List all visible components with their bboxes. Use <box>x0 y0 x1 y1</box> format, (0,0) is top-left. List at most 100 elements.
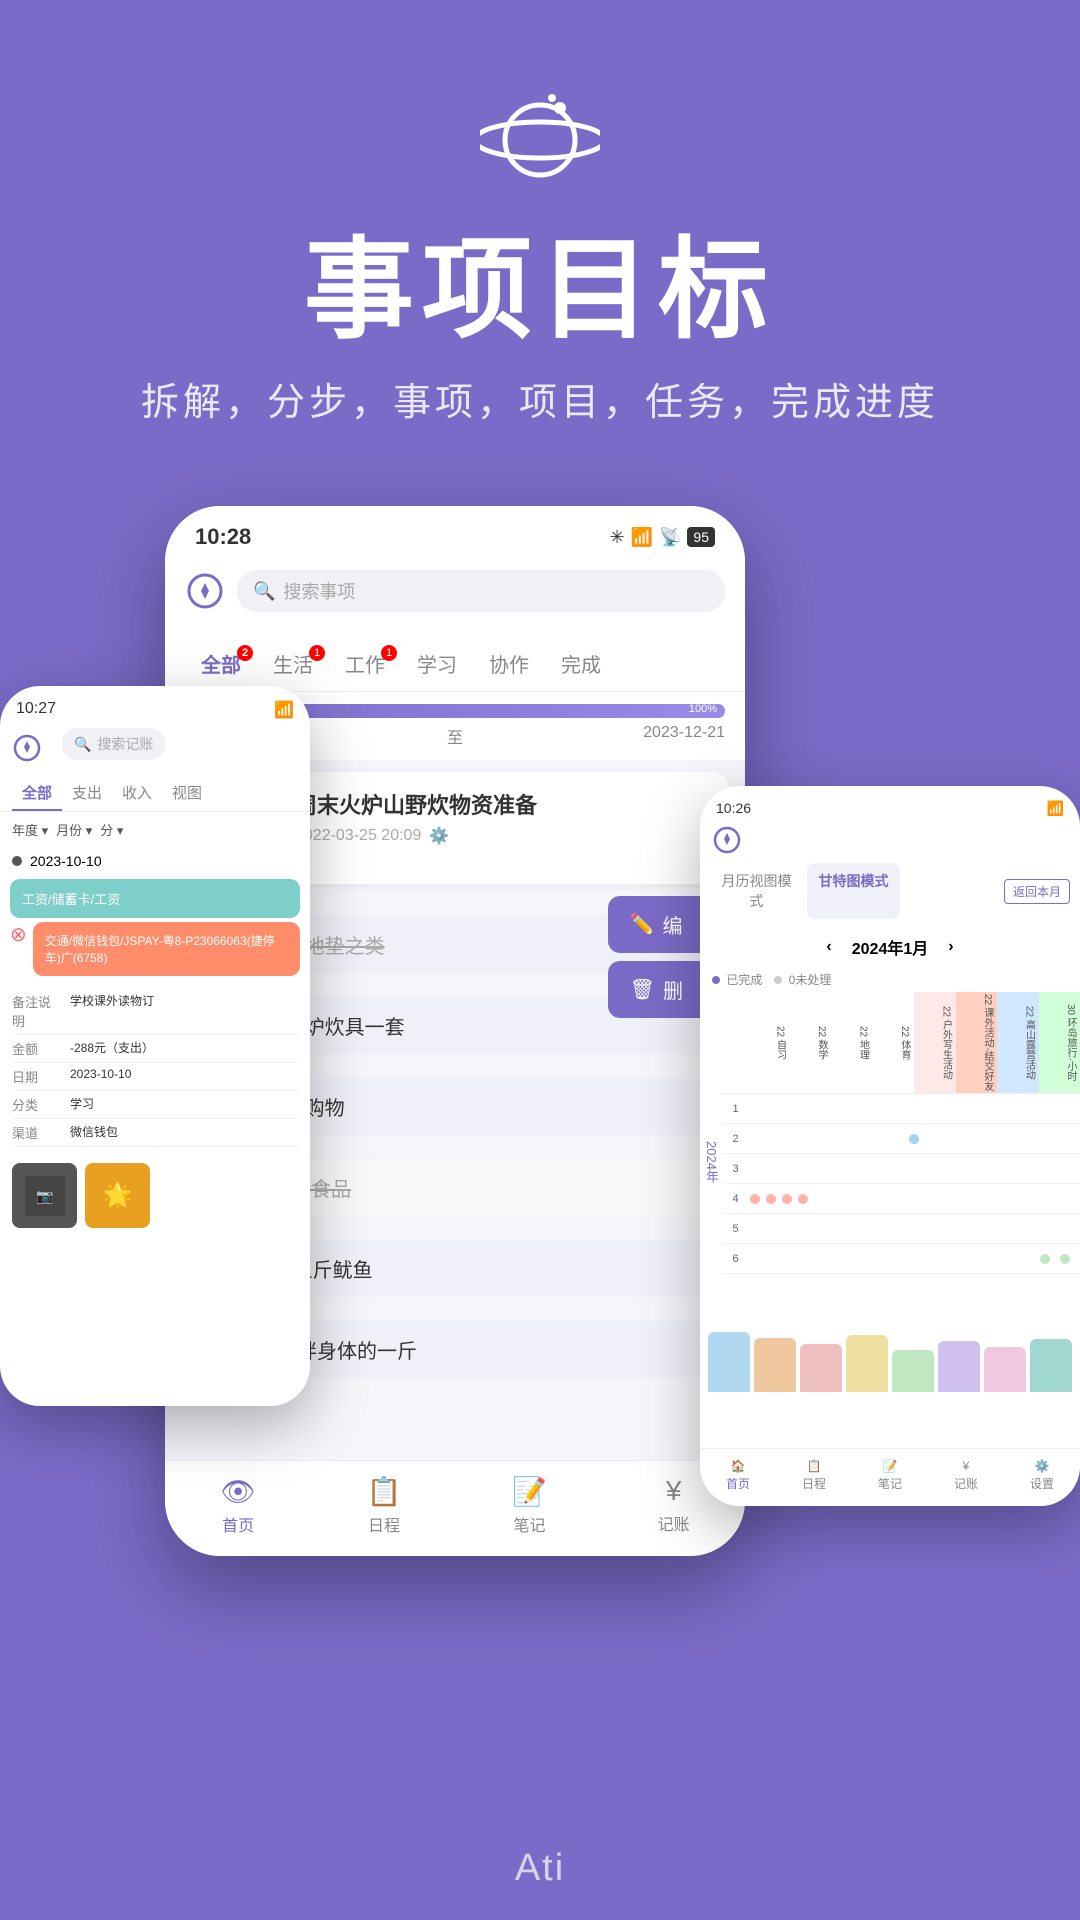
color-bar-5 <box>892 1350 934 1392</box>
tab-life[interactable]: 生活 1 <box>257 639 329 691</box>
left-tab-all[interactable]: 全部 <box>12 776 62 811</box>
left-image-1: 📷 <box>12 1163 77 1228</box>
row-label-4: 4 <box>723 1193 748 1205</box>
color-bar-7 <box>984 1347 1026 1392</box>
left-record-expense[interactable]: 交通/微信钱包/JSPAY-粤8-P23066063(捷停车)广(6758) <box>33 922 300 976</box>
bar-2a <box>909 1134 919 1144</box>
task-item-content-6: 胖胖身体的一斤 <box>259 1321 729 1378</box>
edit-icon: ✏️ <box>630 912 655 937</box>
col-4: 22 体育 <box>873 992 915 1093</box>
prev-month-btn[interactable]: ‹ <box>826 938 831 956</box>
left-filter-month[interactable]: 月份 ▾ <box>56 820 92 839</box>
rp-account-label: 记账 <box>954 1475 978 1492</box>
main-search-bar[interactable]: 🔍 搜索事项 <box>237 570 725 612</box>
col-1: 22 自习 <box>748 992 790 1093</box>
main-app-logo <box>185 571 225 611</box>
legend-completed: 已完成 <box>712 971 762 988</box>
gantt-grid: 22 自习 22 数学 22 地理 22 体育 22 户外写生活动 22 课外活… <box>723 992 1080 1332</box>
rp-notes-label: 笔记 <box>878 1475 902 1492</box>
color-bar-3 <box>800 1344 842 1392</box>
tab-work[interactable]: 工作 1 <box>329 639 401 691</box>
right-logo-row <box>700 825 1080 863</box>
gantt-row-5: 5 <box>723 1214 1080 1244</box>
account-icon: ¥ <box>666 1475 682 1507</box>
left-filter-year[interactable]: 年度 ▾ <box>12 820 48 839</box>
main-bottom-nav: 👁 首页 📋 日程 📝 笔记 ¥ 记账 <box>165 1460 745 1556</box>
main-status-icons: ✳ 📶 📡 95 <box>609 527 715 548</box>
category-label: 分类 <box>12 1095 62 1114</box>
next-month-btn[interactable]: › <box>948 938 953 956</box>
left-record-income[interactable]: 工资/储蓄卡/工资 <box>10 879 300 918</box>
left-tab-view[interactable]: 视图 <box>162 776 212 811</box>
rp-account-icon: ¥ <box>963 1459 970 1473</box>
gantt-year-label: 2024年 <box>700 992 723 1332</box>
app-name-bottom: Ati <box>515 1847 565 1890</box>
right-calendar-header: ‹ 2024年1月 › <box>700 927 1080 967</box>
channel-value: 微信钱包 <box>70 1123 298 1142</box>
gantt-col-headers: 22 自习 22 数学 22 地理 22 体育 22 户外写生活动 22 课外活… <box>723 992 1080 1094</box>
color-bar-2 <box>754 1338 796 1392</box>
legend-pending-dot <box>774 976 782 984</box>
rp-nav-schedule[interactable]: 📋 日程 <box>802 1459 826 1492</box>
tab-done[interactable]: 完成 <box>545 639 617 691</box>
gantt-area: 2024年 22 自习 22 数学 22 地理 22 体育 22 户外写生活动 … <box>700 992 1080 1332</box>
left-detail-date: 日期 2023-10-10 <box>12 1063 298 1091</box>
note-label: 备注说明 <box>12 992 62 1030</box>
rp-nav-settings[interactable]: ⚙️ 设置 <box>1030 1459 1054 1492</box>
nav-schedule-label: 日程 <box>368 1512 400 1536</box>
nav-schedule[interactable]: 📋 日程 <box>367 1475 402 1536</box>
color-bar-4 <box>846 1335 888 1392</box>
delete-icon: 🗑 <box>630 977 655 1002</box>
col-8: 30 环岛旅行·小时 <box>1039 992 1080 1093</box>
left-status-icons: 📶 <box>274 700 294 720</box>
tab-life-badge: 1 <box>309 645 325 661</box>
gantt-row-6: 6 <box>723 1244 1080 1274</box>
rp-notes-icon: 📝 <box>883 1459 898 1473</box>
nav-notes-label: 笔记 <box>514 1512 546 1536</box>
tab-all[interactable]: 全部 2 <box>185 639 257 691</box>
left-tab-expense[interactable]: 支出 <box>62 776 112 811</box>
nav-notes[interactable]: 📝 笔记 <box>512 1475 547 1536</box>
gantt-cols: 22 自习 22 数学 22 地理 22 体育 22 户外写生活动 22 课外活… <box>748 992 1080 1093</box>
mode-monthly[interactable]: 月历视图模式 <box>710 863 803 919</box>
left-images: 📷 🌟 <box>0 1155 310 1236</box>
right-bottom-nav: 🏠 首页 📋 日程 📝 笔记 ¥ 记账 ⚙️ 设置 <box>700 1448 1080 1506</box>
gantt-color-bars <box>700 1332 1080 1392</box>
note-value: 学校课外读物订 <box>70 992 298 1030</box>
rp-home-label: 首页 <box>726 1475 750 1492</box>
col-2: 22 数学 <box>790 992 832 1093</box>
battery-indicator: 95 <box>687 527 715 547</box>
left-date-header: 2023-10-10 <box>0 847 310 875</box>
left-record-expense-wrap: ⊗ 交通/微信钱包/JSPAY-粤8-P23066063(捷停车)广(6758) <box>10 922 300 976</box>
left-app-logo <box>12 733 42 763</box>
mode-gantt[interactable]: 甘特图模式 <box>807 863 900 919</box>
row-label-3: 3 <box>723 1163 748 1175</box>
left-tab-income[interactable]: 收入 <box>112 776 162 811</box>
rp-nav-account[interactable]: ¥ 记账 <box>954 1459 978 1492</box>
color-bar-8 <box>1030 1339 1072 1392</box>
tab-study[interactable]: 学习 <box>401 639 473 691</box>
rp-nav-notes[interactable]: 📝 笔记 <box>878 1459 902 1492</box>
main-app-header: 🔍 搜索事项 <box>165 560 745 639</box>
settings-icon[interactable]: ⚙️ <box>429 826 449 846</box>
tab-all-badge: 2 <box>237 645 253 661</box>
left-image-2: 🌟 <box>85 1163 150 1228</box>
amount-label: 金额 <box>12 1039 62 1058</box>
rp-schedule-icon: 📋 <box>807 1459 822 1473</box>
nav-account[interactable]: ¥ 记账 <box>658 1475 690 1536</box>
right-status-bar: 10:26 📶 <box>700 786 1080 825</box>
expense-icon: ⊗ <box>10 922 27 947</box>
row-bars-4 <box>748 1191 1080 1207</box>
left-filter-split[interactable]: 分 ▾ <box>100 820 123 839</box>
rp-nav-home[interactable]: 🏠 首页 <box>726 1459 750 1492</box>
bar-6b <box>1060 1254 1070 1264</box>
left-search[interactable]: 🔍 搜索记账 <box>62 728 165 760</box>
nav-home[interactable]: 👁 首页 <box>220 1475 256 1536</box>
right-legend: 已完成 0未处理 <box>700 967 1080 992</box>
tab-collab[interactable]: 协作 <box>473 639 545 691</box>
category-value: 学习 <box>70 1095 298 1114</box>
col-5: 22 户外写生活动 <box>914 992 956 1093</box>
back-to-month[interactable]: 返回本月 <box>1004 879 1070 904</box>
row-bars-1 <box>748 1106 1080 1112</box>
bar-6a <box>1040 1254 1050 1264</box>
